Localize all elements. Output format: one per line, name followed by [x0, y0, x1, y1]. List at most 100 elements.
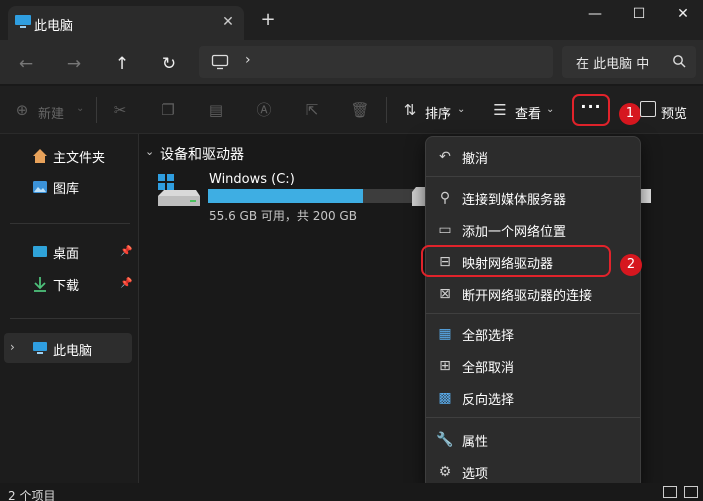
undo-icon: ↶ [439, 149, 451, 165]
options-icon: ⚙ [438, 464, 452, 480]
sidebar-item-desktop[interactable]: 桌面 📌 [32, 242, 132, 264]
sidebar-item-label: 下载 [53, 279, 80, 294]
chevron-down-icon: ⌄ [76, 103, 85, 114]
view-icon[interactable]: ☰ [490, 100, 510, 120]
new-button[interactable]: 新建 [38, 103, 64, 122]
refresh-icon[interactable]: ↻ [157, 52, 181, 76]
cut-icon[interactable]: ✂ [110, 100, 130, 120]
menu-item-label: 撤消 [462, 152, 489, 167]
minimize-icon[interactable]: — [580, 4, 610, 24]
search-input[interactable]: 在 此电脑 中 [576, 53, 649, 72]
disconnect-drive-icon: ⊠ [439, 286, 451, 302]
sidebar-item-this-pc[interactable]: › 此电脑 [4, 333, 132, 363]
menu-item-label: 断开网络驱动器的连接 [462, 289, 593, 304]
drive-c-usage-bar [208, 189, 423, 203]
chevron-right-icon[interactable]: › [10, 340, 15, 354]
sidebar-item-gallery[interactable]: 图库 [32, 177, 132, 199]
menu-item-label: 全部取消 [462, 361, 515, 376]
drive-c-space-info: 55.6 GB 可用，共 200 GB [209, 209, 357, 223]
sidebar-item-downloads[interactable]: 下载 📌 [32, 274, 132, 296]
delete-icon[interactable]: 🗑 [350, 100, 370, 120]
menu-item-label: 反向选择 [462, 393, 515, 408]
drive-c-usage-fill [208, 189, 364, 203]
menu-item-map-network-drive[interactable]: ⊟ 映射网络驱动器 [432, 248, 634, 276]
sidebar-divider [10, 223, 130, 224]
new-tab-button[interactable]: + [258, 10, 278, 30]
share-icon[interactable]: ⇱ [302, 100, 322, 120]
preview-pane-icon[interactable] [640, 101, 656, 117]
sort-icon[interactable]: ⇅ [400, 100, 420, 120]
menu-item-disconnect-network-drive[interactable]: ⊠ 断开网络驱动器的连接 [432, 280, 634, 308]
toolbar-divider [96, 97, 97, 123]
sort-button[interactable]: 排序 [425, 103, 451, 122]
desktop-icon [33, 246, 47, 257]
toolbar-divider [386, 97, 387, 123]
forward-arrow-icon[interactable]: → [62, 52, 86, 76]
breadcrumb-chevron-icon[interactable]: › [245, 52, 251, 68]
menu-item-label: 属性 [462, 435, 489, 450]
menu-item-label: 连接到媒体服务器 [462, 193, 567, 208]
close-window-icon[interactable]: ✕ [668, 4, 698, 24]
computer-icon [211, 54, 229, 70]
pin-icon[interactable]: 📌 [120, 278, 132, 289]
menu-item-undo[interactable]: ↶ 撤消 [432, 143, 634, 171]
monitor-icon [33, 342, 47, 354]
sidebar-item-label: 桌面 [53, 247, 80, 262]
annotation-badge-1: 1 [619, 103, 641, 125]
menu-divider [426, 176, 640, 177]
drive-c-name[interactable]: Windows (C:) [209, 172, 295, 187]
menu-item-select-all[interactable]: ▦ 全部选择 [432, 320, 634, 348]
properties-icon: 🔧 [436, 432, 454, 448]
menu-item-select-none[interactable]: ⊞ 全部取消 [432, 352, 634, 380]
select-none-icon: ⊞ [439, 358, 451, 374]
close-icon[interactable]: ✕ [218, 12, 238, 32]
chevron-down-icon: ⌄ [457, 104, 466, 115]
menu-item-label: 添加一个网络位置 [462, 225, 567, 240]
back-arrow-icon[interactable]: ← [14, 52, 38, 76]
up-arrow-icon[interactable]: ↑ [110, 52, 134, 76]
sidebar-divider [10, 318, 130, 319]
menu-item-label: 选项 [462, 467, 489, 482]
pin-icon[interactable]: 📌 [120, 246, 132, 257]
address-bar[interactable]: › [199, 46, 553, 78]
maximize-icon[interactable]: ☐ [624, 4, 654, 24]
home-icon [33, 149, 47, 163]
search-icon[interactable] [672, 54, 688, 70]
preview-button[interactable]: 预览 [661, 103, 687, 122]
paste-icon[interactable]: ▤ [206, 100, 226, 120]
tab-this-pc[interactable]: 此电脑 ✕ [8, 6, 244, 40]
sidebar-item-home[interactable]: 主文件夹 [32, 146, 132, 168]
menu-item-connect-media-server[interactable]: ⚲ 连接到媒体服务器 [432, 184, 634, 212]
item-count: 2 个项目 [8, 489, 56, 501]
sidebar-item-label: 此电脑 [53, 344, 93, 359]
sidebar-item-label: 主文件夹 [53, 151, 106, 166]
chevron-down-icon: ⌄ [546, 104, 555, 115]
menu-item-invert-selection[interactable]: ▩ 反向选择 [432, 384, 634, 412]
details-view-icon[interactable] [663, 486, 677, 498]
status-bar [0, 483, 703, 501]
more-options-button[interactable]: ··· [572, 94, 610, 126]
menu-item-add-network-location[interactable]: ▭ 添加一个网络位置 [432, 216, 634, 244]
menu-item-options[interactable]: ⚙ 选项 [432, 458, 634, 486]
collapse-chevron-icon[interactable]: ⌄ [145, 145, 154, 158]
menu-item-label: 映射网络驱动器 [462, 257, 554, 272]
rename-icon[interactable]: Ⓐ [254, 100, 274, 120]
menu-item-properties[interactable]: 🔧 属性 [432, 426, 634, 454]
section-title: 设备和驱动器 [160, 147, 244, 163]
drive-c-icon[interactable] [156, 172, 202, 210]
gallery-icon [33, 181, 47, 193]
network-location-icon: ▭ [438, 222, 452, 238]
download-icon [34, 277, 46, 292]
select-all-icon: ▦ [438, 326, 452, 342]
new-plus-icon[interactable]: ⊕ [12, 100, 32, 120]
menu-item-label: 全部选择 [462, 329, 515, 344]
monitor-icon [15, 15, 31, 28]
menu-divider [426, 417, 640, 418]
invert-selection-icon: ▩ [438, 390, 452, 406]
tiles-view-icon[interactable] [684, 486, 698, 498]
sidebar-item-label: 图库 [53, 182, 80, 197]
copy-icon[interactable]: ❐ [158, 100, 178, 120]
view-button[interactable]: 查看 [515, 103, 541, 122]
media-server-icon: ⚲ [439, 190, 451, 206]
menu-divider [426, 313, 640, 314]
